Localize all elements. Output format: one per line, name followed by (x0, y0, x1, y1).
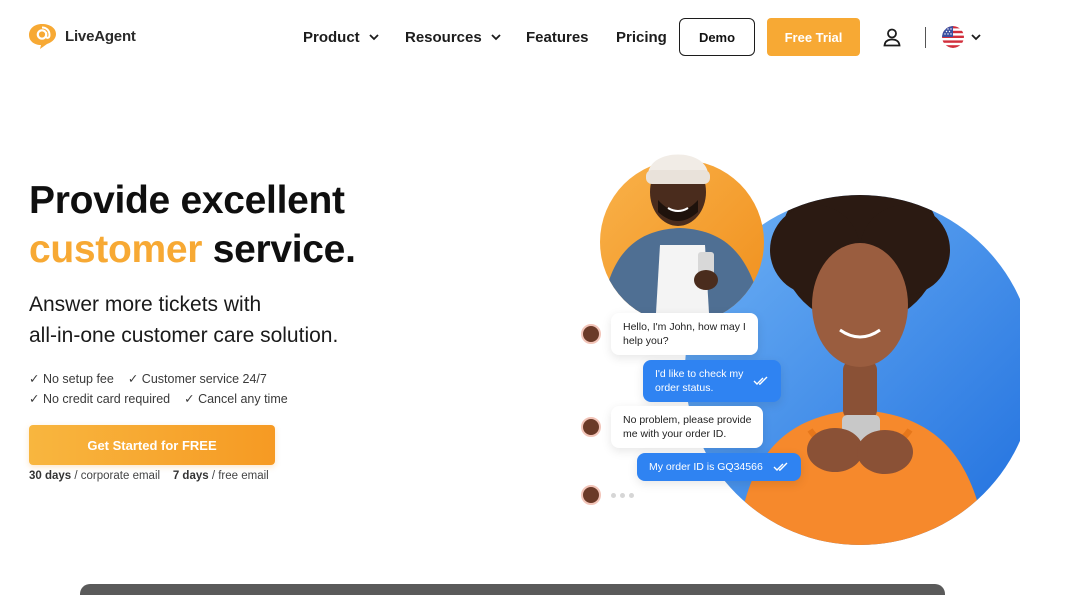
chat-bubble: I'd like to check my order status. (643, 360, 782, 402)
nav-item-product[interactable]: Product (303, 18, 380, 56)
hero-subhead: Answer more tickets with all-in-one cust… (29, 289, 338, 351)
typing-indicator (581, 485, 634, 505)
checklist-item: ✓ Customer service 24/7 (128, 369, 267, 389)
logo-text: LiveAgent (65, 27, 136, 45)
chat-text: order status. (655, 382, 714, 394)
checklist-item-label: No credit card required (42, 392, 171, 406)
chat-text: My order ID is GQ34566 (649, 461, 763, 473)
chat-text: No problem, please provide (623, 414, 752, 426)
trial-corporate-text: / corporate email (71, 470, 161, 482)
trial-info: 30 days / corporate email 7 days / free … (29, 470, 269, 482)
nav-divider (925, 27, 926, 48)
chat-message-customer: I'd like to check my order status. (643, 360, 782, 402)
chat-text: me with your order ID. (623, 428, 727, 440)
chat-text: help you? (623, 335, 669, 347)
chat-bubble: Hello, I'm John, how may I help you? (611, 313, 758, 355)
checklist-item-label: Cancel any time (198, 392, 288, 406)
checklist-item-label: No setup fee (42, 372, 114, 386)
double-check-icon (753, 376, 768, 385)
nav-item-features[interactable]: Features (526, 18, 589, 56)
free-trial-button[interactable]: Free Trial (767, 18, 860, 56)
nav-item-label: Pricing (616, 28, 667, 46)
check-icon: ✓ (29, 392, 43, 406)
checklist-row: ✓ No credit card required ✓ Cancel any t… (29, 389, 288, 409)
nav-item-label: Features (526, 28, 589, 46)
checklist-item-label: Customer service 24/7 (141, 372, 267, 386)
feature-checklist: ✓ No setup fee ✓ Customer service 24/7 ✓… (29, 369, 288, 409)
typing-dots (611, 492, 634, 498)
chat-message-agent: Hello, I'm John, how may I help you? (581, 313, 758, 355)
checklist-item: ✓ Cancel any time (184, 389, 288, 409)
chat-bubble: My order ID is GQ34566 (637, 453, 801, 481)
get-started-button[interactable]: Get Started for FREE (29, 425, 275, 465)
chevron-down-icon (369, 34, 379, 41)
checklist-item: ✓ No setup fee (29, 369, 114, 389)
agent-avatar (581, 324, 601, 344)
demo-button[interactable]: Demo (679, 18, 755, 56)
check-icon: ✓ (127, 372, 142, 386)
trial-free-days: 7 days (172, 470, 209, 482)
chat-text: I'd like to check my (655, 368, 744, 380)
logo[interactable]: LiveAgent (28, 22, 136, 50)
site-header: LiveAgent Product Resources Features Pri… (0, 0, 1080, 75)
chevron-down-icon (971, 34, 981, 41)
headline-line1: Provide excellent (29, 179, 345, 222)
next-section-preview (80, 584, 945, 595)
check-icon: ✓ (29, 372, 43, 386)
language-selector[interactable] (942, 26, 982, 48)
hero-headline: Provide excellent customer service. (29, 176, 356, 274)
checklist-item: ✓ No credit card required (29, 389, 170, 409)
user-icon[interactable] (882, 27, 902, 47)
nav-item-label: Product (303, 28, 360, 46)
nav-item-label: Resources (405, 28, 482, 46)
checklist-row: ✓ No setup fee ✓ Customer service 24/7 (29, 369, 288, 389)
nav-item-resources[interactable]: Resources (405, 18, 502, 56)
headline-rest: service. (202, 228, 356, 271)
check-icon: ✓ (184, 392, 199, 406)
subhead-line2: all-in-one customer care solution. (29, 324, 339, 347)
chevron-down-icon (491, 34, 501, 41)
us-flag-icon (942, 26, 964, 48)
liveagent-logo-icon (29, 24, 56, 49)
agent-avatar (581, 417, 601, 437)
double-check-icon (773, 462, 788, 471)
trial-free-text: / free email (208, 470, 269, 482)
agent-avatar (581, 485, 601, 505)
chat-bubble: No problem, please provide me with your … (611, 406, 764, 448)
chat-message-agent: No problem, please provide me with your … (581, 406, 764, 448)
nav-item-pricing[interactable]: Pricing (616, 18, 667, 56)
chat-message-customer: My order ID is GQ34566 (637, 453, 801, 481)
headline-accent: customer (29, 228, 203, 271)
trial-corporate-days: 30 days (29, 470, 72, 482)
subhead-line1: Answer more tickets with (29, 293, 262, 316)
chat-text: Hello, I'm John, how may I (623, 321, 746, 333)
